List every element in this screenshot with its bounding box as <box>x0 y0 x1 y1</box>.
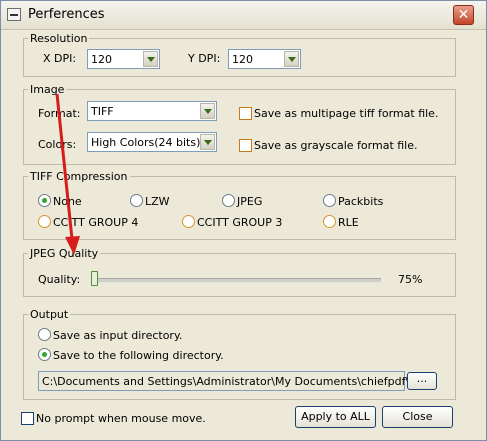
output-directory-field[interactable]: C:\Documents and Settings\Administrator\… <box>38 371 409 391</box>
chevron-down-icon[interactable] <box>200 134 215 150</box>
multipage-label[interactable]: Save as multipage tiff format file. <box>254 107 438 120</box>
tiff-packbits-label[interactable]: Packbits <box>338 195 383 208</box>
ydpi-select[interactable]: 120 <box>228 49 301 69</box>
xdpi-select[interactable]: 120 <box>87 49 160 69</box>
colors-label: Colors: <box>38 138 77 151</box>
output-following-dir-radio[interactable] <box>38 348 51 361</box>
colors-value: High Colors(24 bits) <box>91 136 201 149</box>
image-group: Image <box>23 83 456 165</box>
tiff-lzw-label[interactable]: LZW <box>145 195 170 208</box>
jpeg-quality-group: JPEG Quality <box>23 247 456 297</box>
format-label: Format: <box>38 107 81 120</box>
output-directory-value: C:\Documents and Settings\Administrator\… <box>42 375 410 388</box>
no-prompt-label[interactable]: No prompt when mouse move. <box>36 412 206 425</box>
xdpi-label: X DPI: <box>43 52 77 65</box>
output-legend: Output <box>30 308 69 321</box>
no-prompt-checkbox[interactable] <box>21 412 34 425</box>
grayscale-checkbox[interactable] <box>239 139 252 152</box>
quality-slider-thumb[interactable] <box>91 271 98 286</box>
tiff-jpeg-label[interactable]: JPEG <box>237 195 262 208</box>
tiff-ccitt3-label[interactable]: CCITT GROUP 3 <box>197 216 282 229</box>
window-title: Perferences <box>28 7 105 22</box>
tiff-compression-legend: TIFF Compression <box>30 170 128 183</box>
tiff-none-label[interactable]: None <box>53 195 82 208</box>
close-button[interactable]: Close <box>382 406 453 428</box>
tiff-ccitt3-radio[interactable] <box>182 215 195 228</box>
tiff-rle-radio[interactable] <box>323 215 336 228</box>
tiff-lzw-radio[interactable] <box>130 194 143 207</box>
output-input-dir-radio[interactable] <box>38 328 51 341</box>
close-window-button[interactable]: ✕ <box>453 5 474 25</box>
jpeg-quality-legend: JPEG Quality <box>30 247 99 260</box>
resolution-legend: Resolution <box>30 32 88 45</box>
image-legend: Image <box>30 83 65 96</box>
xdpi-value: 120 <box>91 53 112 66</box>
grayscale-label[interactable]: Save as grayscale format file. <box>254 139 418 152</box>
colors-select[interactable]: High Colors(24 bits) <box>87 132 217 152</box>
format-value: TIFF <box>91 105 114 118</box>
chevron-down-icon[interactable] <box>284 51 299 67</box>
ydpi-value: 120 <box>232 53 253 66</box>
tiff-none-radio[interactable] <box>38 194 51 207</box>
browse-button[interactable]: ... <box>407 372 437 390</box>
ydpi-label: Y DPI: <box>188 52 221 65</box>
quality-slider-track[interactable] <box>93 278 381 283</box>
tiff-ccitt4-label[interactable]: CCITT GROUP 4 <box>53 216 138 229</box>
preferences-dialog: Perferences ✕ Resolution X DPI: 120 Y DP… <box>0 0 487 441</box>
tiff-ccitt4-radio[interactable] <box>38 215 51 228</box>
quality-label: Quality: <box>38 273 81 286</box>
format-select[interactable]: TIFF <box>87 101 217 121</box>
apply-to-all-button[interactable]: Apply to ALL <box>295 406 376 428</box>
tiff-packbits-radio[interactable] <box>323 194 336 207</box>
chevron-down-icon[interactable] <box>200 103 215 119</box>
chevron-down-icon[interactable] <box>143 51 158 67</box>
system-menu-icon[interactable] <box>7 8 21 21</box>
title-bar[interactable]: Perferences ✕ <box>1 1 486 30</box>
tiff-rle-label[interactable]: RLE <box>338 216 359 229</box>
quality-value: 75% <box>398 273 423 286</box>
tiff-jpeg-radio[interactable] <box>222 194 235 207</box>
output-following-dir-label[interactable]: Save to the following directory. <box>53 349 224 362</box>
multipage-checkbox[interactable] <box>239 107 252 120</box>
output-input-dir-label[interactable]: Save as input directory. <box>53 329 182 342</box>
